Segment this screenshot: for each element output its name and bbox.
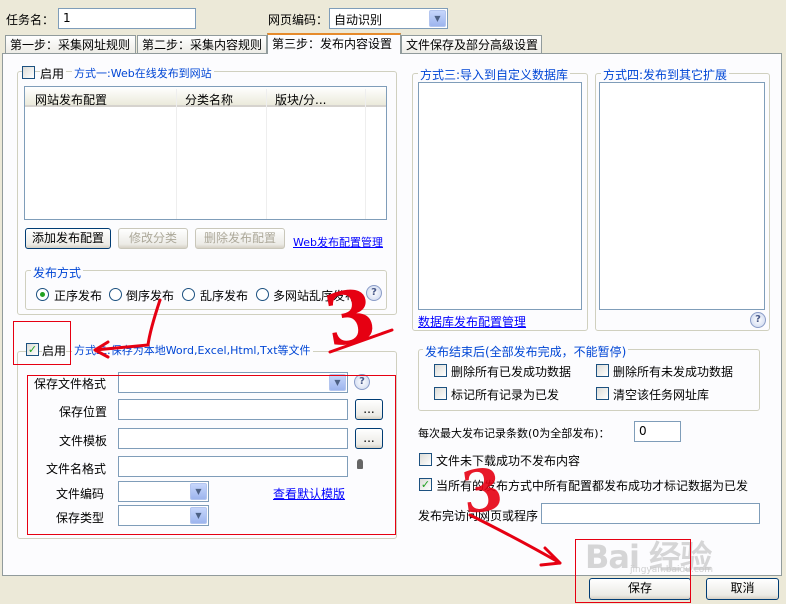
task-name-label: 任务名：: [6, 13, 55, 27]
edit-category-button[interactable]: 修改分类: [118, 228, 188, 249]
column-divider: [365, 89, 366, 219]
publish-mode-title: 发布方式: [31, 264, 84, 281]
radio-sequential[interactable]: [36, 288, 49, 301]
db-config-manage-link[interactable]: 数据库发布配置管理: [418, 313, 526, 330]
encoding-select[interactable]: 自动识别 ▼: [329, 8, 448, 29]
clear-url-db-label: 清空该任务网址库: [613, 388, 710, 402]
delete-success-label: 删除所有已发成功数据: [451, 365, 572, 379]
method1-enable-label: 启用: [40, 65, 67, 82]
method1-enable-checkbox[interactable]: [22, 66, 35, 79]
help-icon[interactable]: ?: [750, 312, 766, 328]
column-divider: [266, 89, 267, 219]
task-name-input[interactable]: 1: [58, 8, 196, 29]
mark-all-sent-checkbox[interactable]: [434, 387, 447, 400]
method4-title: 方式四:发布到其它扩展: [601, 66, 730, 83]
tab-step2[interactable]: 第二步：采集内容规则: [137, 35, 267, 54]
column-header-category[interactable]: 分类名称: [185, 91, 233, 108]
delete-config-button[interactable]: 删除发布配置: [195, 228, 285, 249]
chevron-down-icon: ▼: [429, 10, 446, 27]
max-records-input[interactable]: 0: [634, 421, 681, 442]
annotation-number-3: 3: [457, 454, 507, 528]
radio-sequential-label: 正序发布: [54, 289, 103, 303]
column-header-board[interactable]: 版块/分...: [275, 91, 327, 108]
annotation-box-enable: [13, 321, 71, 365]
delete-success-checkbox[interactable]: [434, 364, 447, 377]
mark-when-all-checkbox[interactable]: ✓: [419, 478, 432, 491]
clear-url-db-checkbox[interactable]: [596, 387, 609, 400]
method1-config-list[interactable]: 网站发布配置 分类名称 版块/分...: [24, 86, 387, 220]
radio-random[interactable]: [182, 288, 195, 301]
after-url-input[interactable]: [541, 503, 760, 524]
encoding-label: 网页编码：: [268, 13, 329, 27]
skip-undownloaded-checkbox[interactable]: [419, 453, 432, 466]
method1-title: 方式一:Web在线发布到网站: [72, 65, 214, 81]
column-divider: [176, 89, 177, 219]
tab-file-save[interactable]: 文件保存及部分高级设置: [401, 35, 542, 54]
method3-title: 方式三:导入到自定义数据库: [418, 66, 571, 83]
tab-step3[interactable]: 第三步：发布内容设置: [267, 33, 401, 54]
radio-random-label: 乱序发布: [200, 289, 249, 303]
delete-failed-label: 删除所有未发成功数据: [613, 365, 734, 379]
max-records-label: 每次最大发布记录条数(0为全部发布)：: [418, 427, 610, 440]
radio-reverse-label: 倒序发布: [126, 289, 175, 303]
after-publish-title: 发布结束后(全部发布完成，不能暂停): [423, 343, 629, 360]
method2-title: 方式二:保存为本地Word,Excel,Html,Txt等文件: [72, 342, 313, 358]
method3-list[interactable]: [418, 82, 582, 310]
radio-reverse[interactable]: [109, 288, 122, 301]
column-header-site[interactable]: 网站发布配置: [35, 91, 107, 108]
encoding-select-value: 自动识别: [334, 13, 383, 27]
add-config-button[interactable]: 添加发布配置: [25, 228, 111, 249]
cancel-button[interactable]: 取消: [706, 578, 779, 600]
web-config-manage-link[interactable]: Web发布配置管理: [293, 234, 383, 250]
method4-list[interactable]: [599, 82, 765, 310]
delete-failed-checkbox[interactable]: [596, 364, 609, 377]
annotation-box-method2: [27, 375, 396, 535]
annotation-box-save: [575, 539, 691, 603]
tab-step1[interactable]: 第一步：采集网址规则: [5, 35, 136, 54]
radio-multi-site-random[interactable]: [256, 288, 269, 301]
mark-all-sent-label: 标记所有记录为已发: [451, 388, 560, 402]
